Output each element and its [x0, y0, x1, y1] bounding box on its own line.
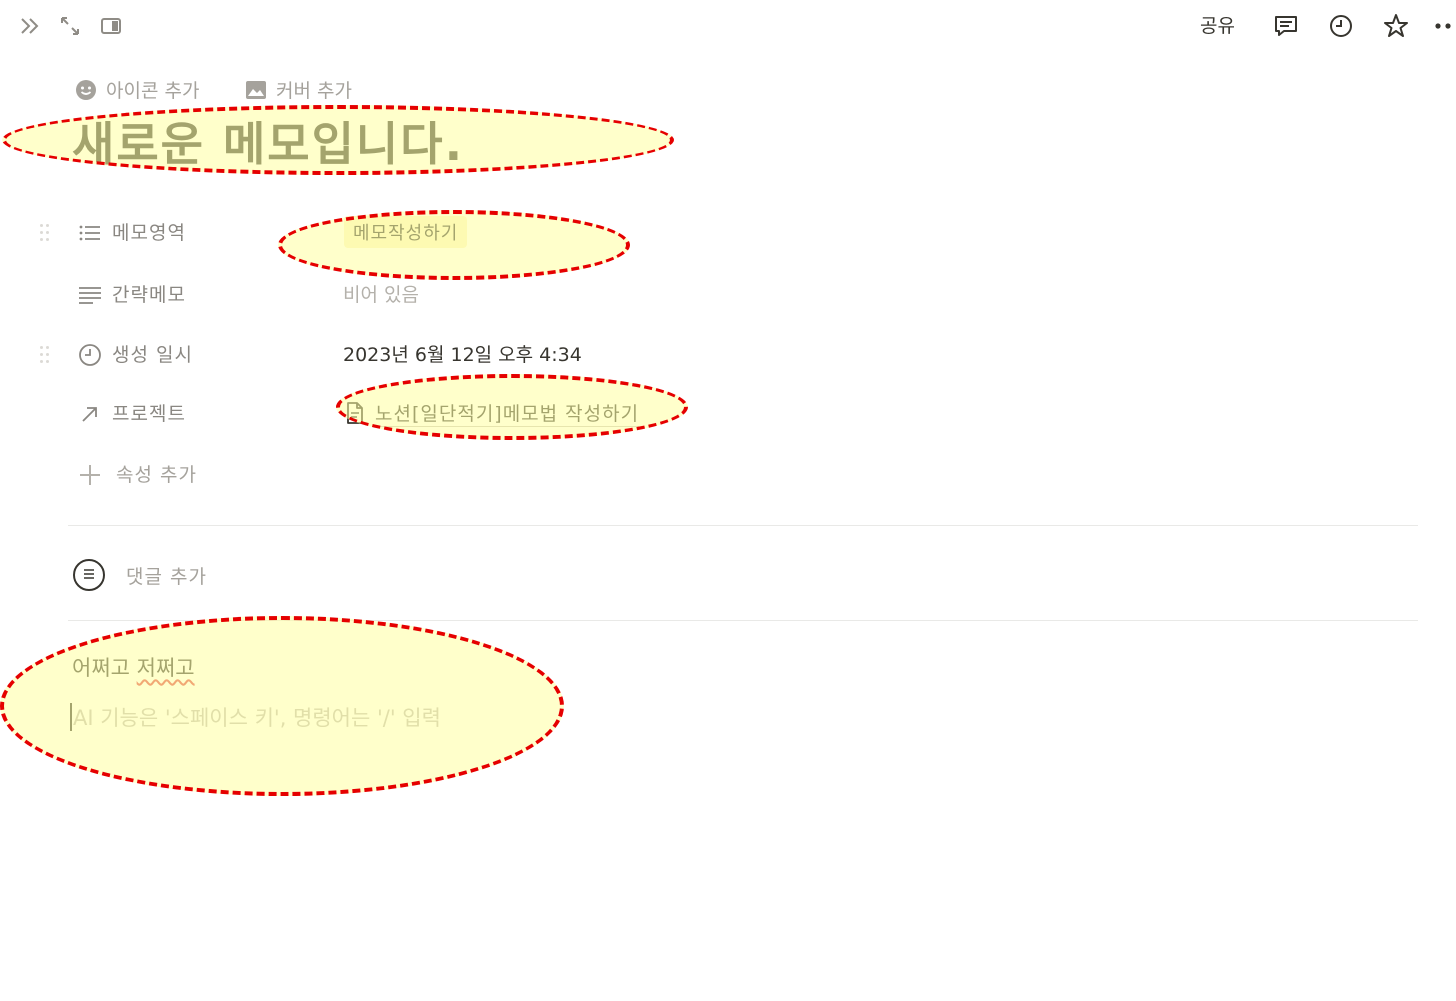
- property-row-project[interactable]: 프로젝트 노션[일단적기]메모법 작성하기: [0, 393, 1456, 433]
- text-lines-icon: [79, 287, 101, 304]
- divider: [68, 525, 1418, 526]
- property-value-empty[interactable]: 비어 있음: [343, 280, 419, 307]
- divider: [68, 620, 1418, 621]
- property-label: 간략메모: [112, 284, 186, 306]
- add-icon-button[interactable]: 아이콘 추가: [74, 76, 199, 103]
- image-icon: [246, 80, 266, 99]
- drag-handle-icon[interactable]: [40, 222, 50, 242]
- smiley-icon: [76, 79, 96, 100]
- relation-link[interactable]: 노션[일단적기]메모법 작성하기: [343, 399, 640, 427]
- content-block[interactable]: 어쩌고 저쩌고: [72, 652, 195, 682]
- property-label: 메모영역: [112, 222, 186, 244]
- comment-avatar-icon: [73, 559, 105, 591]
- list-icon: [79, 225, 100, 241]
- property-label: 프로젝트: [112, 403, 186, 425]
- select-tag[interactable]: 메모작성하기: [344, 216, 468, 248]
- property-label: 생성 일시: [112, 344, 193, 366]
- comment-icon[interactable]: [1272, 12, 1300, 40]
- add-property-button[interactable]: 속성 추가: [0, 454, 1456, 494]
- add-cover-button[interactable]: 커버 추가: [244, 76, 352, 103]
- created-time-value: 2023년 6월 12일 오후 4:34: [343, 344, 582, 366]
- side-panel-icon[interactable]: [97, 12, 125, 40]
- double-chevron-right-icon[interactable]: [16, 12, 44, 40]
- add-comment-placeholder: 댓글 추가: [126, 565, 207, 588]
- content-text-misspelled: 저쩌고: [136, 656, 195, 680]
- text-caret: [70, 703, 72, 731]
- add-comment-button[interactable]: 댓글 추가: [72, 558, 207, 592]
- clock-icon: [79, 344, 101, 366]
- relation-link-text[interactable]: 노션[일단적기]메모법 작성하기: [375, 399, 640, 427]
- top-bar: 공유: [0, 0, 1456, 52]
- add-cover-label: 커버 추가: [276, 80, 352, 102]
- arrow-up-right-icon: [82, 407, 97, 422]
- property-row-brief-memo[interactable]: 간략메모 비어 있음: [0, 274, 1456, 314]
- add-property-label: 속성 추가: [116, 464, 197, 486]
- property-row-created-time[interactable]: 생성 일시 2023년 6월 12일 오후 4:34: [0, 334, 1456, 374]
- plus-icon: [80, 465, 100, 485]
- content-text: 어쩌고: [72, 656, 137, 680]
- page-title[interactable]: 새로운 메모입니다.: [72, 112, 464, 176]
- editor-input[interactable]: AI 기능은 '스페이스 키', 명령어는 '/' 입력: [70, 702, 441, 732]
- add-icon-label: 아이콘 추가: [106, 80, 200, 102]
- editor-placeholder: AI 기능은 '스페이스 키', 명령어는 '/' 입력: [73, 706, 441, 730]
- clock-icon[interactable]: [1327, 12, 1355, 40]
- expand-icon[interactable]: [56, 12, 84, 40]
- star-icon[interactable]: [1382, 12, 1410, 40]
- more-icon[interactable]: [1430, 12, 1456, 40]
- drag-handle-icon[interactable]: [40, 344, 50, 364]
- page-icon: [347, 402, 363, 424]
- property-row-memo-area[interactable]: 메모영역 메모작성하기: [0, 212, 1456, 252]
- share-button[interactable]: 공유: [1200, 12, 1235, 40]
